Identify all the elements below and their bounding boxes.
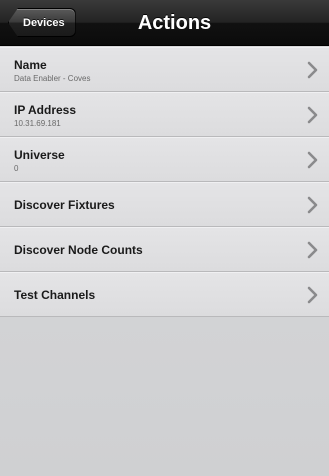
row-label: Universe xyxy=(14,148,65,162)
row-label: Discover Node Counts xyxy=(14,243,143,257)
discover-node-counts-row[interactable]: Discover Node Counts xyxy=(0,227,329,272)
discover-fixtures-row[interactable]: Discover Fixtures xyxy=(0,182,329,227)
chevron-right-icon xyxy=(307,196,319,214)
row-label: Discover Fixtures xyxy=(14,198,115,212)
row-label: Test Channels xyxy=(14,288,96,302)
actions-screen: Devices Actions Name Data Enabler - Cove… xyxy=(0,0,329,476)
ip-address-row[interactable]: IP Address 10.31.69.181 xyxy=(0,92,329,137)
row-value: 0 xyxy=(14,164,19,173)
actions-list: Name Data Enabler - Coves IP Address 10.… xyxy=(0,47,329,317)
devices-back-button[interactable]: Devices xyxy=(8,8,76,37)
chevron-right-icon xyxy=(307,286,319,304)
chevron-right-icon xyxy=(307,106,319,124)
chevron-right-icon xyxy=(307,151,319,169)
chevron-right-icon xyxy=(307,61,319,79)
chevron-right-icon xyxy=(307,241,319,259)
row-value: Data Enabler - Coves xyxy=(14,74,91,83)
test-channels-row[interactable]: Test Channels xyxy=(0,272,329,317)
row-value: 10.31.69.181 xyxy=(14,119,61,128)
row-label: IP Address xyxy=(14,103,77,117)
name-row[interactable]: Name Data Enabler - Coves xyxy=(0,47,329,92)
universe-row[interactable]: Universe 0 xyxy=(0,137,329,182)
navigation-bar: Devices Actions xyxy=(0,0,329,46)
row-label: Name xyxy=(14,58,47,72)
